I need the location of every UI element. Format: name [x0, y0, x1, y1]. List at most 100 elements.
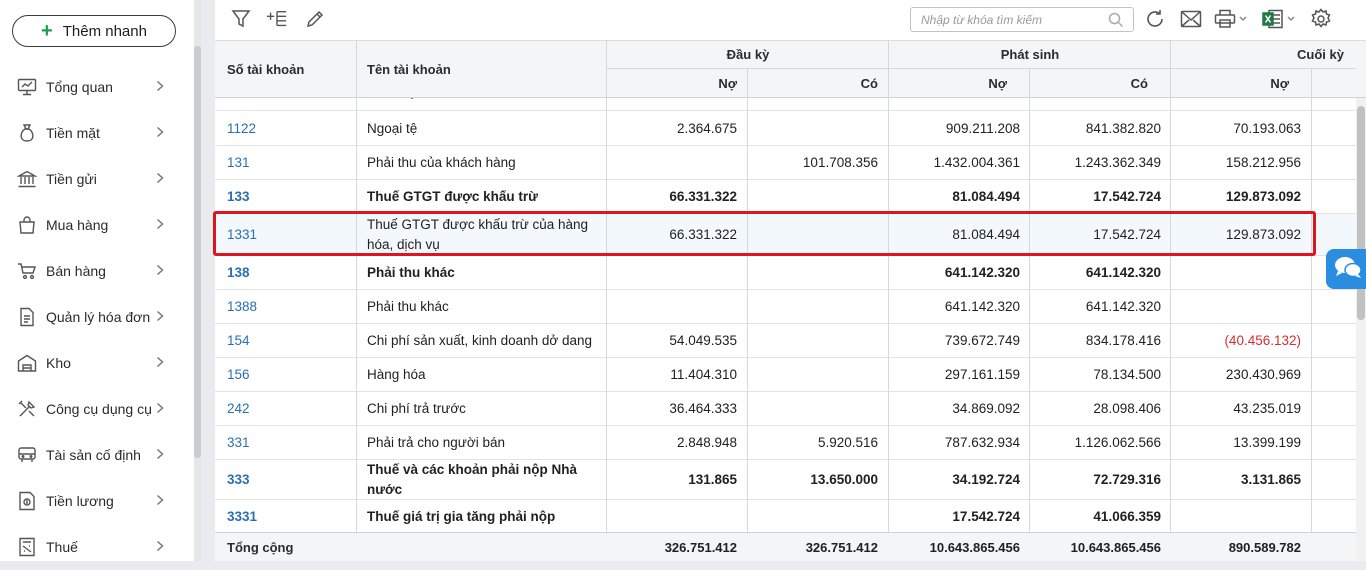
- print-icon[interactable]: [1213, 8, 1249, 30]
- sidebar-item-label: Tiền mặt: [46, 125, 100, 141]
- quick-add-button[interactable]: + Thêm nhanh: [12, 15, 176, 47]
- opening-debit-cell: [607, 500, 737, 532]
- account-no-cell[interactable]: 1388: [227, 290, 355, 323]
- divider: [606, 98, 607, 532]
- account-no-cell[interactable]: 133: [227, 180, 355, 213]
- warehouse-icon: [15, 351, 39, 375]
- opening-debit-cell: 11.404.310: [670, 367, 737, 382]
- opening-debit-cell: 131.865: [688, 472, 737, 487]
- opening-debit-cell: 66.331.322: [669, 189, 737, 204]
- account-name-cell: Thuế giá trị gia tăng phải nộp: [367, 508, 556, 524]
- account-no-cell[interactable]: 333: [227, 460, 355, 499]
- table-row[interactable]: 3331 Thuế giá trị gia tăng phải nộp 17.5…: [215, 500, 1356, 532]
- sidebar-item-salary[interactable]: Tiền lương: [0, 478, 194, 524]
- account-no-cell[interactable]: 331: [227, 426, 355, 459]
- settings-gear-icon[interactable]: [1310, 8, 1332, 30]
- movement-credit-cell: 641.142.320: [1085, 265, 1161, 280]
- money-bag-icon: [15, 121, 39, 145]
- table-row[interactable]: 1121 Tiền Việt Nam 13.592.220 17.854.574…: [215, 98, 1356, 111]
- chevron-right-icon: [156, 356, 166, 371]
- header-movement-credit[interactable]: Có: [1030, 69, 1148, 98]
- table-row[interactable]: 1122 Ngoại tệ 2.364.675 909.211.208 841.…: [215, 112, 1356, 146]
- movement-debit-cell: 17.542.724: [952, 509, 1020, 524]
- search-input[interactable]: [911, 8, 1101, 31]
- highlight-box: [213, 211, 1316, 256]
- closing-debit-cell: 43.235.019: [1233, 401, 1301, 416]
- account-no-cell[interactable]: 138: [227, 256, 355, 289]
- table-row[interactable]: 133 Thuế GTGT được khấu trừ 66.331.322 8…: [215, 180, 1356, 214]
- opening-credit-cell: [748, 256, 878, 289]
- chevron-right-icon: [156, 172, 166, 187]
- header-account-name[interactable]: Tên tài khoản: [367, 41, 451, 98]
- search-icon[interactable]: [1108, 12, 1124, 31]
- sidebar-item-tools[interactable]: Công cụ dụng cụ: [0, 386, 194, 432]
- sidebar-item-purchasing[interactable]: Mua hàng: [0, 202, 194, 248]
- movement-credit-cell: 41.066.359: [1093, 509, 1161, 524]
- toolbar: [215, 0, 1366, 40]
- sidebar-item-overview[interactable]: Tổng quan: [0, 64, 194, 110]
- table-row[interactable]: 154 Chi phí sản xuất, kinh doanh dở dang…: [215, 324, 1356, 358]
- movement-debit-cell: 1.432.004.361: [933, 155, 1020, 170]
- sidebar-item-warehouse[interactable]: Kho: [0, 340, 194, 386]
- account-name-cell: Thuế GTGT được khấu trừ: [367, 188, 538, 204]
- header-movement-debit[interactable]: Nợ: [889, 69, 1007, 98]
- movement-debit-cell: 297.161.159: [944, 367, 1020, 382]
- divider: [356, 98, 357, 532]
- vehicle-icon: [15, 443, 39, 467]
- table-row[interactable]: 242 Chi phí trả trước 36.464.333 34.869.…: [215, 392, 1356, 426]
- table-footer-total: Tổng cộng 326.751.412 326.751.412 10.643…: [215, 532, 1356, 561]
- divider: [1029, 68, 1030, 98]
- account-name-cell: Chi phí sản xuất, kinh doanh dở dang: [367, 332, 593, 348]
- sidebar-item-label: Tài sản cố định: [46, 447, 141, 463]
- add-row-icon[interactable]: [266, 8, 288, 30]
- sidebar-scrollbar-thumb[interactable]: [194, 46, 201, 458]
- table-row[interactable]: 333 Thuế và các khoản phải nộp Nhà nước …: [215, 460, 1356, 500]
- table-row[interactable]: 331 Phải trả cho người bán 2.848.948 5.9…: [215, 426, 1356, 460]
- opening-credit-cell: 13.650.000: [810, 472, 878, 487]
- sidebar-item-deposits[interactable]: Tiền gửi: [0, 156, 194, 202]
- header-opening-credit[interactable]: Có: [748, 69, 878, 98]
- sidebar-item-invoices[interactable]: Quản lý hóa đơn: [0, 294, 194, 340]
- table-row[interactable]: 138 Phải thu khác 641.142.320 641.142.32…: [215, 256, 1356, 290]
- account-no-cell[interactable]: 1121: [227, 98, 355, 110]
- account-no-cell[interactable]: 1122: [227, 112, 355, 145]
- table-row[interactable]: 131 Phải thu của khách hàng 101.708.356 …: [215, 146, 1356, 180]
- chat-support-button[interactable]: [1326, 249, 1366, 289]
- account-no-cell[interactable]: 154: [227, 324, 355, 357]
- sidebar-item-tax[interactable]: Thuế: [0, 524, 194, 570]
- email-icon[interactable]: [1180, 8, 1202, 30]
- account-no-cell[interactable]: 156: [227, 358, 355, 391]
- refresh-icon[interactable]: [1144, 8, 1166, 30]
- header-account-no[interactable]: Số tài khoản: [227, 41, 304, 98]
- closing-debit-cell: 59.077.893: [1171, 98, 1301, 110]
- edit-icon[interactable]: [304, 8, 326, 30]
- movement-credit-cell: 841.382.820: [1085, 121, 1161, 136]
- total-movement-debit: 10.643.865.456: [929, 539, 1020, 555]
- chevron-right-icon: [156, 310, 166, 325]
- table-row[interactable]: 156 Hàng hóa 11.404.310 297.161.159 78.1…: [215, 358, 1356, 392]
- sidebar-item-cash[interactable]: Tiền mặt: [0, 110, 194, 156]
- excel-export-icon[interactable]: [1261, 8, 1297, 30]
- movement-credit-cell: 1.126.062.566: [1074, 435, 1161, 450]
- header-opening-debit[interactable]: Nợ: [607, 69, 737, 98]
- table-row[interactable]: 1388 Phải thu khác 641.142.320 641.142.3…: [215, 290, 1356, 324]
- chevron-right-icon: [156, 402, 166, 417]
- movement-debit-cell: 34.192.724: [952, 472, 1020, 487]
- movement-credit-cell: 28.098.406: [1093, 401, 1161, 416]
- sidebar-item-fixed-assets[interactable]: Tài sản cố định: [0, 432, 194, 478]
- divider: [1311, 68, 1312, 98]
- divider: [747, 98, 748, 532]
- account-no-cell[interactable]: 242: [227, 392, 355, 425]
- opening-debit-cell: 13.592.220: [607, 98, 737, 110]
- header-closing-debit[interactable]: Nợ: [1171, 69, 1289, 98]
- closing-debit-cell: 158.212.956: [1225, 155, 1301, 170]
- sidebar-item-label: Kho: [46, 355, 71, 371]
- account-no-cell[interactable]: 131: [227, 146, 355, 179]
- opening-credit-cell: [748, 112, 878, 145]
- filter-icon[interactable]: [230, 8, 252, 30]
- sidebar-item-sales[interactable]: Bán hàng: [0, 248, 194, 294]
- header-closing: Cuối kỳ: [1297, 47, 1344, 62]
- total-label: Tổng cộng: [227, 539, 294, 555]
- closing-debit-cell: [1171, 256, 1301, 289]
- account-no-cell[interactable]: 3331: [227, 500, 355, 532]
